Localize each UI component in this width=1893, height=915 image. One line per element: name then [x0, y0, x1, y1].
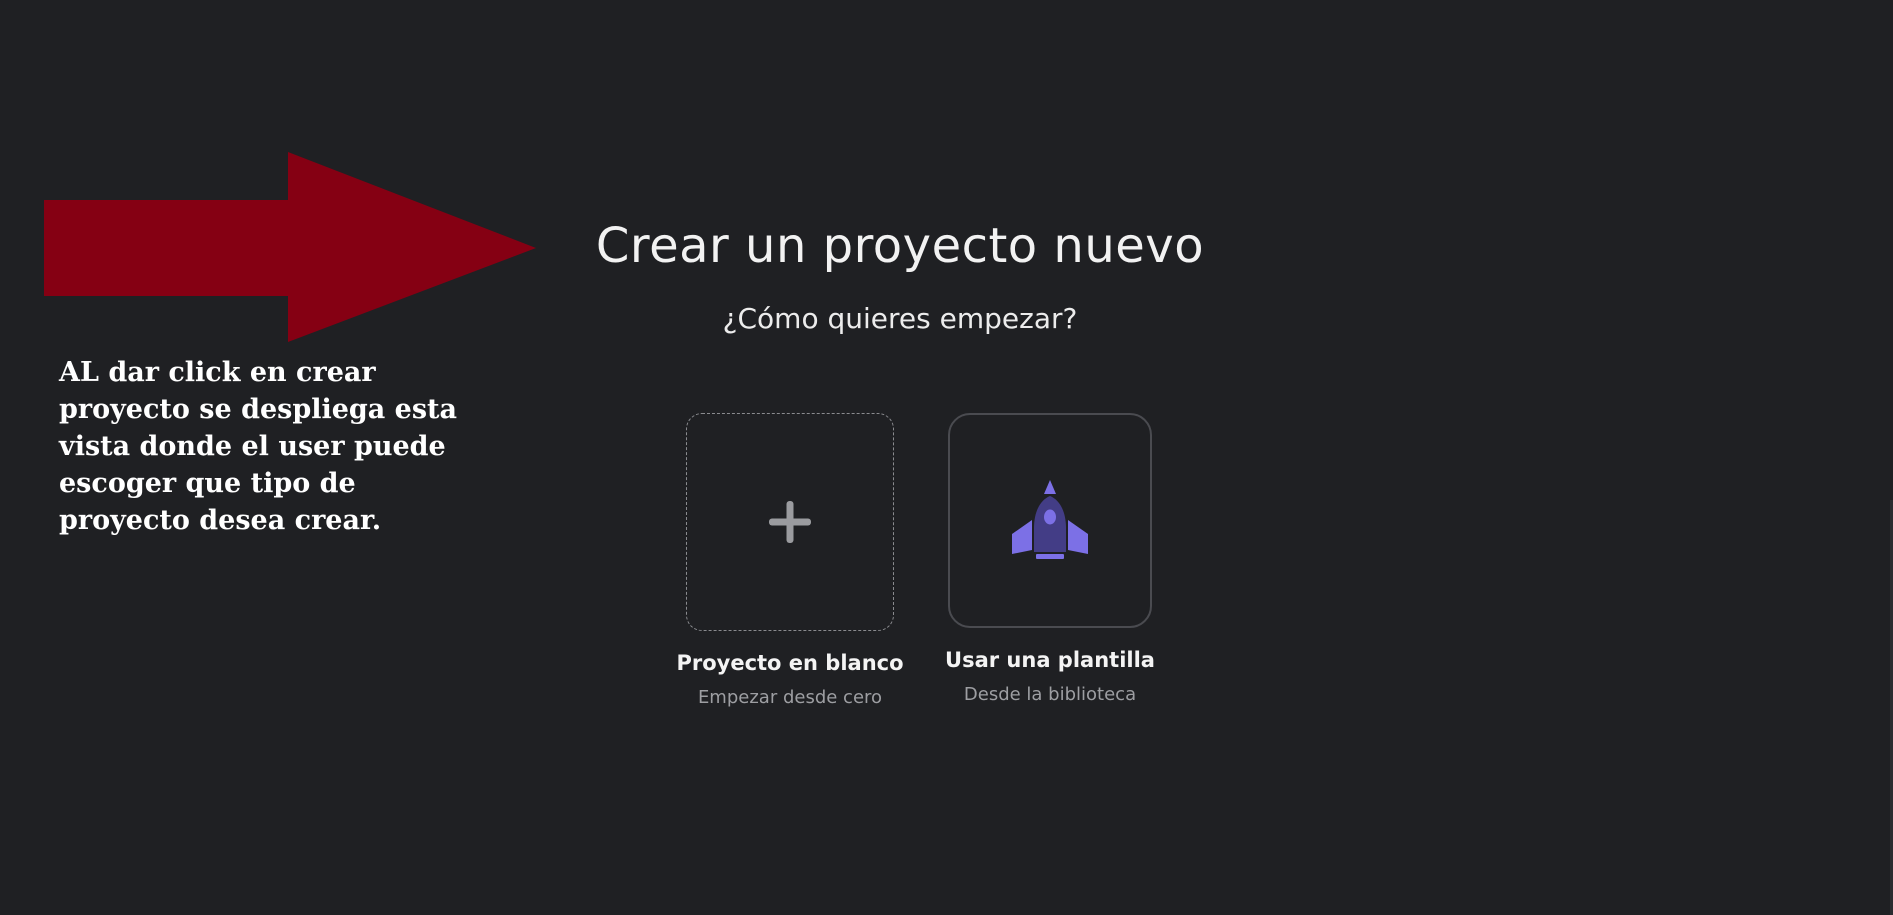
blank-project-sublabel: Empezar desde cero — [697, 687, 883, 708]
rocket-left-fin — [1012, 519, 1032, 554]
rocket-icon — [1012, 479, 1088, 559]
plus-icon — [769, 501, 811, 543]
rocket-exhaust — [1036, 553, 1064, 559]
template-sublabel: Desde la biblioteca — [963, 684, 1137, 705]
page-subtitle: ¿Cómo quieres empezar? — [722, 302, 1078, 335]
template-label: Usar una plantilla — [945, 648, 1155, 672]
rocket-right-fin — [1068, 519, 1088, 554]
page-title: Crear un proyecto nuevo — [595, 218, 1205, 274]
template-card[interactable] — [948, 413, 1152, 628]
rocket-window — [1044, 509, 1056, 524]
template-option[interactable]: Usar una plantilla Desde la biblioteca — [920, 413, 1180, 705]
blank-project-card[interactable] — [686, 413, 894, 631]
annotation-note: AL dar click en crear proyecto se despli… — [59, 357, 458, 536]
rocket-nose — [1044, 479, 1056, 494]
blank-project-label: Proyecto en blanco — [676, 651, 904, 675]
blank-project-option[interactable]: Proyecto en blanco Empezar desde cero — [660, 413, 920, 708]
